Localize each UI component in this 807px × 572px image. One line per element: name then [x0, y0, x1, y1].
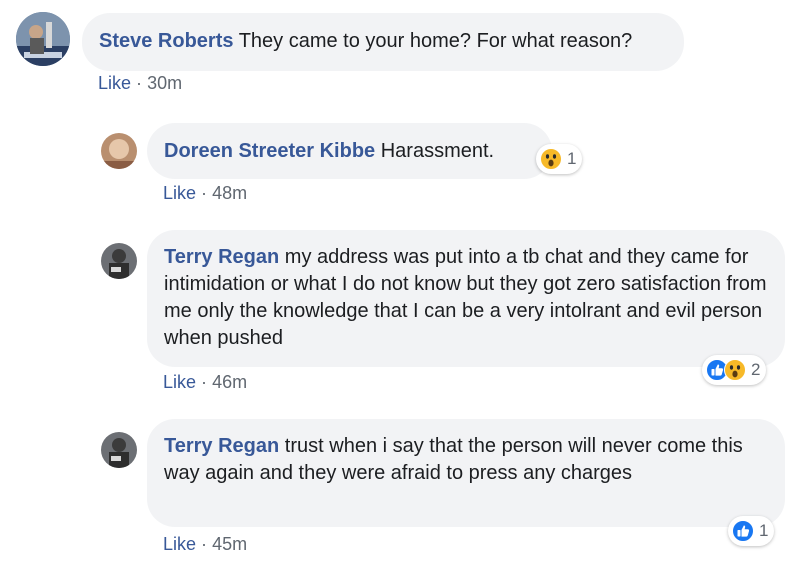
- reaction-summary[interactable]: 1: [536, 144, 583, 174]
- comment-actions: Like · 46m: [163, 372, 247, 393]
- comment-bubble: Terry Regan my address was put into a tb…: [147, 230, 785, 367]
- wow-icon: [724, 359, 746, 381]
- reaction-summary[interactable]: 2: [702, 355, 767, 385]
- reaction-count: 1: [759, 521, 769, 540]
- avatar-photo-icon: [16, 12, 70, 66]
- avatar-photo-icon: [101, 432, 137, 468]
- avatar-photo-icon: [101, 243, 137, 279]
- comment-author-link[interactable]: Terry Regan: [164, 435, 279, 457]
- separator: ·: [136, 73, 143, 93]
- comment-thread: Steve Roberts They came to your home? Fo…: [0, 0, 807, 572]
- reaction-count: 1: [567, 149, 577, 168]
- timestamp-link[interactable]: 48m: [212, 183, 247, 203]
- timestamp-link[interactable]: 30m: [147, 73, 182, 93]
- comment-actions: Like · 45m: [163, 534, 247, 555]
- like-icon: [732, 520, 754, 542]
- comment-text: They came to your home? For what reason?: [238, 30, 633, 52]
- avatar[interactable]: [16, 12, 70, 66]
- reaction-summary[interactable]: 1: [728, 516, 775, 546]
- comment-author-link[interactable]: Doreen Streeter Kibbe: [164, 140, 375, 162]
- like-button[interactable]: Like: [163, 183, 196, 203]
- like-button[interactable]: Like: [98, 73, 131, 93]
- comment-author-link[interactable]: Steve Roberts: [99, 30, 234, 52]
- comment-text: Harassment.: [380, 140, 495, 162]
- like-button[interactable]: Like: [163, 372, 196, 392]
- comment-bubble: Terry Regan trust when i say that the pe…: [147, 419, 785, 527]
- timestamp-link[interactable]: 46m: [212, 372, 247, 392]
- separator: ·: [201, 534, 208, 554]
- comment-bubble: Steve Roberts They came to your home? Fo…: [82, 13, 684, 71]
- separator: ·: [201, 372, 208, 392]
- timestamp-link[interactable]: 45m: [212, 534, 247, 554]
- like-button[interactable]: Like: [163, 534, 196, 554]
- avatar[interactable]: [101, 133, 137, 169]
- reaction-count: 2: [751, 360, 761, 379]
- wow-icon: [540, 148, 562, 170]
- comment-bubble: Doreen Streeter Kibbe Harassment.: [147, 123, 552, 179]
- avatar-photo-icon: [101, 133, 137, 169]
- comment-author-link[interactable]: Terry Regan: [164, 246, 279, 268]
- comment-actions: Like · 30m: [98, 73, 182, 94]
- separator: ·: [201, 183, 208, 203]
- avatar[interactable]: [101, 243, 137, 279]
- comment-actions: Like · 48m: [163, 183, 247, 204]
- avatar[interactable]: [101, 432, 137, 468]
